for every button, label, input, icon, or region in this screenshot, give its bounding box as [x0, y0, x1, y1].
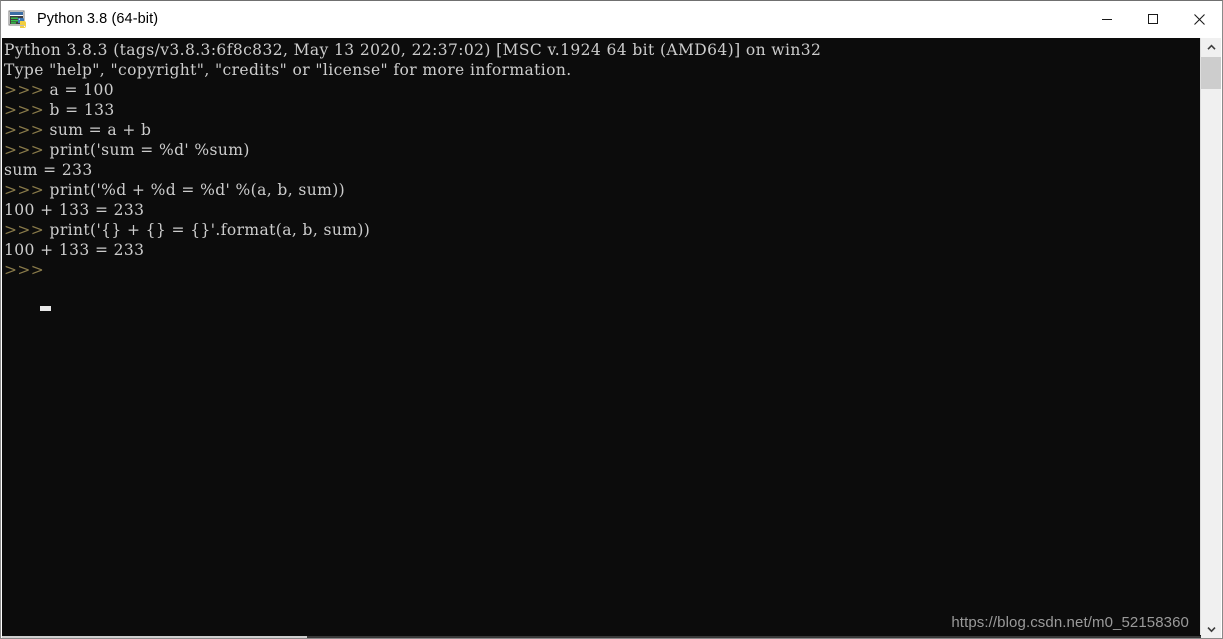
console-line-text: sum = a + b — [44, 121, 152, 139]
title-bar[interactable]: Python 3.8 (64-bit) — [1, 1, 1222, 37]
console-output-area[interactable]: Python 3.8.3 (tags/v3.8.3:6f8c832, May 1… — [2, 38, 1201, 638]
scroll-down-arrow-icon[interactable] — [1201, 620, 1221, 638]
maximize-button[interactable] — [1130, 1, 1176, 37]
window-title: Python 3.8 (64-bit) — [37, 11, 159, 27]
console-line: >>> — [4, 260, 1200, 280]
horizontal-scroll-thumb[interactable] — [2, 636, 307, 638]
block-cursor — [40, 306, 51, 311]
console-line-text: Type "help", "copyright", "credits" or "… — [4, 61, 572, 79]
console-prompt: >>> — [4, 101, 45, 119]
console-line: >>> sum = a + b — [4, 120, 1200, 140]
console-line: >>> print('{} + {} = {}'.format(a, b, su… — [4, 220, 1200, 240]
console-line-text: print('sum = %d' %sum) — [44, 141, 250, 159]
console-line: 100 + 133 = 233 — [4, 240, 1200, 260]
scroll-up-arrow-icon[interactable] — [1201, 38, 1221, 57]
console-line-text — [44, 261, 49, 279]
console-line-text: sum = 233 — [4, 161, 93, 179]
console-line-text: 100 + 133 = 233 — [4, 201, 145, 219]
vertical-scroll-thumb[interactable] — [1201, 57, 1221, 89]
console-prompt: >>> — [4, 121, 45, 139]
console-prompt: >>> — [4, 181, 45, 199]
console-line-text: a = 100 — [44, 81, 114, 99]
console-line: >>> print('%d + %d = %d' %(a, b, sum)) — [4, 180, 1200, 200]
console-prompt: >>> — [4, 141, 45, 159]
console-line: >>> print('sum = %d' %sum) — [4, 140, 1200, 160]
horizontal-scrollbar-track[interactable] — [307, 636, 1201, 638]
console-line-text: print('%d + %d = %d' %(a, b, sum)) — [44, 181, 346, 199]
console-line: 100 + 133 = 233 — [4, 200, 1200, 220]
horizontal-scrollbar[interactable] — [2, 635, 1201, 638]
python-console-icon — [8, 9, 28, 29]
watermark-text: https://blog.csdn.net/m0_52158360 — [951, 614, 1189, 631]
console-prompt: >>> — [4, 261, 45, 279]
console-line: Type "help", "copyright", "credits" or "… — [4, 60, 1200, 80]
console-line: Python 3.8.3 (tags/v3.8.3:6f8c832, May 1… — [4, 40, 1200, 60]
console-line: >>> b = 133 — [4, 100, 1200, 120]
console-prompt: >>> — [4, 221, 45, 239]
vertical-scrollbar-track[interactable] — [1201, 89, 1221, 620]
minimize-button[interactable] — [1084, 1, 1130, 37]
console-line-text: print('{} + {} = {}'.format(a, b, sum)) — [44, 221, 371, 239]
console-line-text: 100 + 133 = 233 — [4, 241, 145, 259]
console-line-text: b = 133 — [44, 101, 115, 119]
window-controls — [1084, 1, 1222, 37]
console-line: sum = 233 — [4, 160, 1200, 180]
console-line: >>> a = 100 — [4, 80, 1200, 100]
console-text: Python 3.8.3 (tags/v3.8.3:6f8c832, May 1… — [4, 40, 1200, 280]
console-prompt: >>> — [4, 81, 45, 99]
vertical-scrollbar[interactable] — [1200, 38, 1221, 638]
python-console-window: Python 3.8 (64-bit) Python 3.8.3 (tags/v… — [0, 0, 1223, 639]
console-line-text: Python 3.8.3 (tags/v3.8.3:6f8c832, May 1… — [4, 41, 822, 59]
close-button[interactable] — [1176, 1, 1222, 37]
